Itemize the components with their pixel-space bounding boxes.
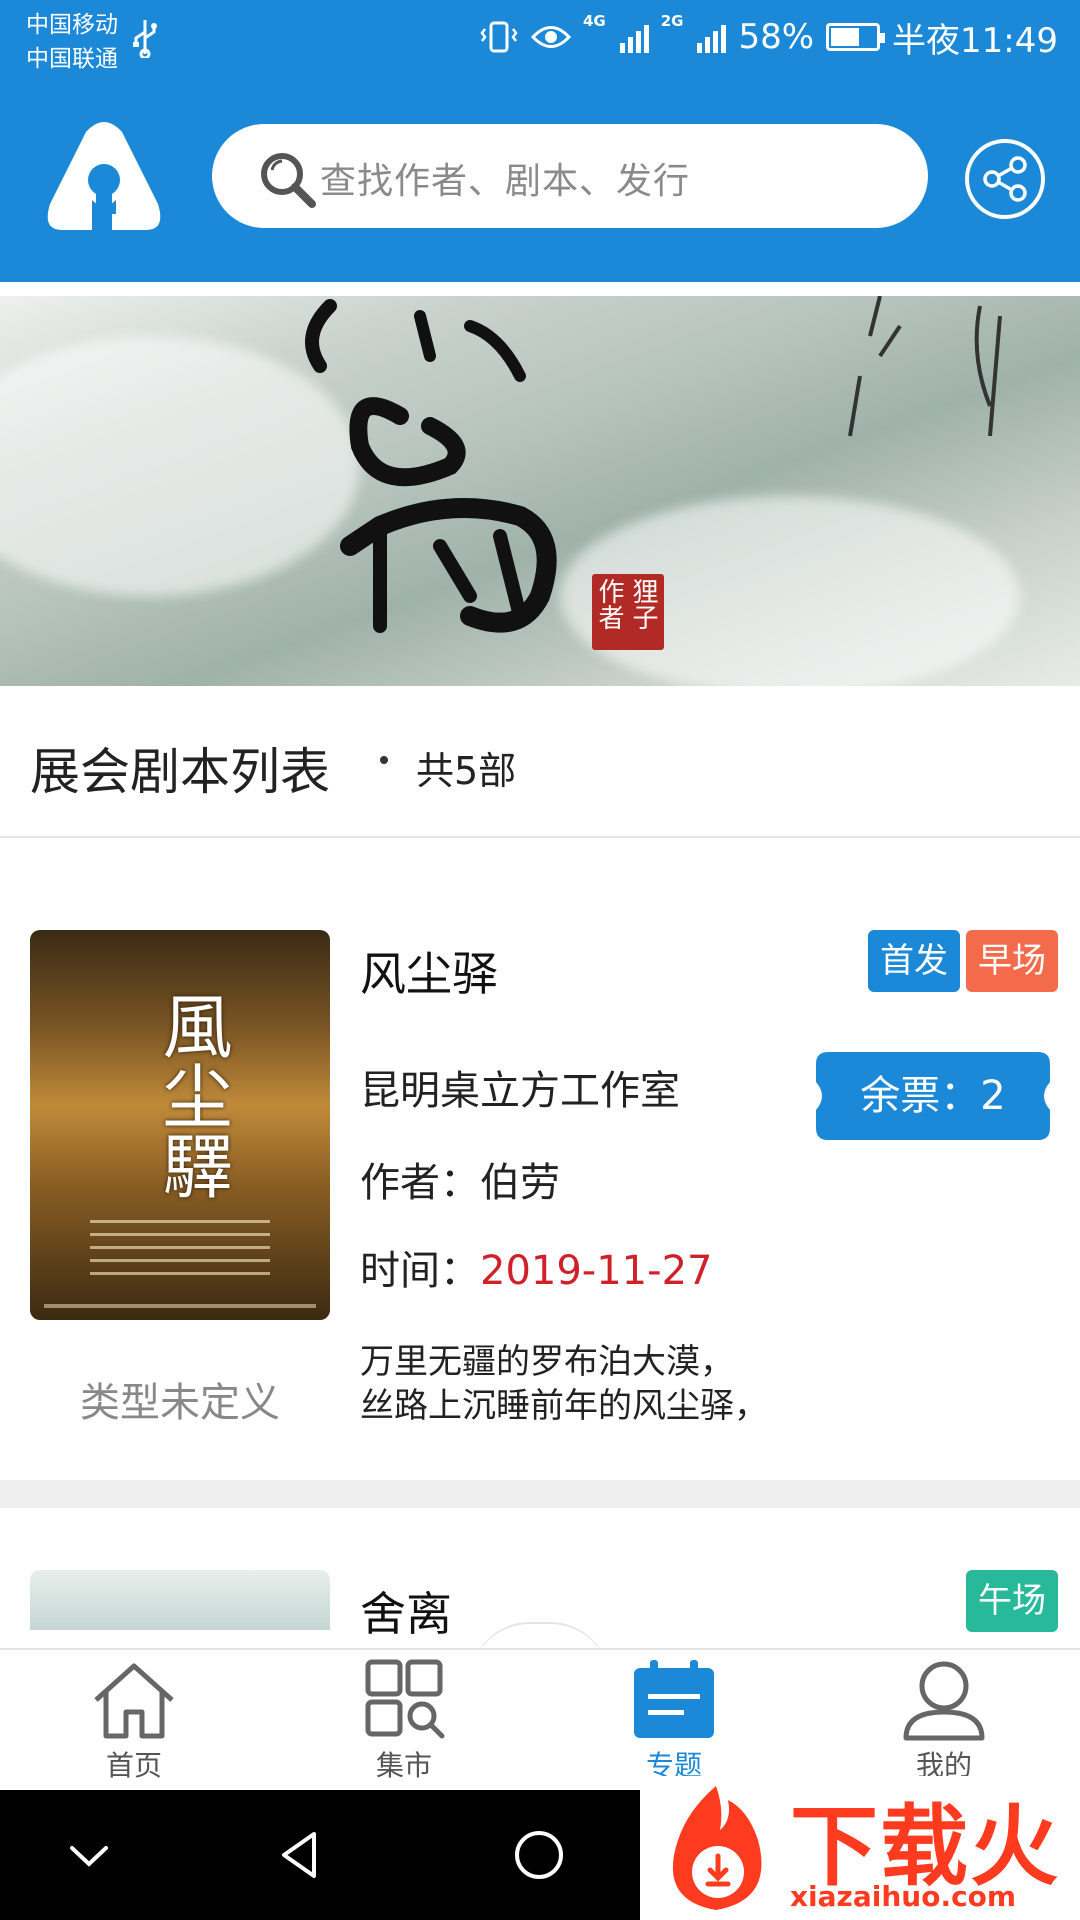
watermark-url: xiazaihuo.com [790, 1880, 1017, 1913]
share-icon[interactable] [964, 138, 1046, 220]
profile-icon [903, 1661, 985, 1741]
app-logo-icon[interactable] [42, 118, 166, 236]
nav-item-topic[interactable]: 专题 [574, 1658, 774, 1792]
watermark: 下载火 xiazaihuo.com [640, 1776, 1080, 1920]
home-button-icon[interactable] [508, 1824, 570, 1886]
chevron-down-icon[interactable] [58, 1824, 120, 1886]
script-genre: 类型未定义 [80, 1380, 280, 1426]
time-label: 时间： [360, 1248, 480, 1294]
script-name[interactable]: 风尘驿 [360, 938, 498, 1004]
list-count: 共5部 [416, 749, 517, 793]
back-icon[interactable] [270, 1824, 332, 1886]
script-cover-image[interactable] [30, 1570, 330, 1630]
description-line: 丝路上沉睡前年的风尘驿， [360, 1386, 768, 1426]
author-label: 作者： [360, 1160, 480, 1206]
status-indicators: 4G 2G 58% 半夜11:49 [479, 12, 1058, 62]
search-icon[interactable] [256, 148, 318, 210]
script-cover-image[interactable]: 風尘驛 [30, 930, 330, 1320]
banner-art [305, 296, 1002, 633]
app-screen: 中国移动 中国联通 4G 2G 58% 半夜11:49 查找作者、剧本、发行 狸… [0, 0, 1080, 1920]
description-line: 万里无疆的罗布泊大漠， [360, 1342, 734, 1382]
script-studio: 昆明桌立方工作室 [360, 1068, 680, 1114]
search-input[interactable]: 查找作者、剧本、发行 [320, 152, 690, 204]
network-label-2: 2G [660, 12, 684, 30]
author-seal-text: 狸子作者 [594, 578, 658, 630]
script-time: 时间：2019-11-27 [360, 1238, 712, 1296]
divider [0, 836, 1080, 838]
topic-icon [634, 1660, 714, 1738]
signal-2-icon [697, 21, 727, 53]
app-header: 中国移动 中国联通 4G 2G 58% 半夜11:49 查找作者、剧本、发行 [0, 0, 1080, 282]
search-bar[interactable]: 查找作者、剧本、发行 [212, 124, 928, 228]
list-title-dot [380, 756, 388, 764]
clock: 半夜11:49 [892, 20, 1058, 61]
nav-label: 集市 [375, 1749, 432, 1782]
tickets-label: 余票： [860, 1073, 981, 1119]
cover-footer [44, 1304, 316, 1308]
tickets-remaining[interactable]: 余票：2 [816, 1052, 1050, 1140]
cover-text-lines [90, 1220, 270, 1285]
cover-title: 風尘驛 [151, 990, 233, 1200]
tickets-value: 2 [980, 1073, 1006, 1119]
nav-item-home[interactable]: 首页 [34, 1658, 234, 1792]
carrier-info: 中国移动 中国联通 [26, 8, 118, 76]
tag-afternoon: 午场 [966, 1570, 1058, 1632]
list-title: 展会剧本列表 [30, 743, 330, 801]
time-value: 2019-11-27 [480, 1248, 713, 1294]
bottom-nav: 首页 集市 专题 我的 [0, 1648, 1080, 1790]
vibrate-icon [480, 21, 518, 53]
carrier-1: 中国移动 [26, 12, 118, 38]
nav-item-market[interactable]: 集市 [304, 1658, 504, 1792]
tag-premiere: 首发 [868, 930, 960, 992]
script-author: 作者：伯劳 [360, 1150, 560, 1208]
signal-1-icon [619, 21, 649, 53]
network-label-1: 4G [582, 12, 606, 30]
nav-label: 首页 [105, 1749, 162, 1782]
author-seal: 狸子作者 [592, 574, 664, 650]
eye-comfort-icon [530, 26, 571, 48]
flame-logo-icon [672, 1786, 762, 1910]
script-name[interactable]: 舍离 [360, 1578, 452, 1644]
battery-icon [826, 23, 886, 51]
battery-percent: 58% [738, 17, 815, 57]
home-icon [94, 1663, 174, 1739]
tag-morning: 早场 [966, 930, 1058, 992]
usb-icon [133, 20, 157, 58]
card-separator [0, 1480, 1080, 1508]
author-value: 伯劳 [480, 1160, 560, 1206]
nav-item-profile[interactable]: 我的 [844, 1658, 1044, 1792]
promo-banner[interactable]: 狸子作者 [0, 296, 1080, 686]
carrier-2: 中国联通 [26, 46, 118, 72]
market-icon [365, 1659, 445, 1739]
script-description: 万里无疆的罗布泊大漠， 丝路上沉睡前年的风尘驿， [360, 1340, 1040, 1428]
